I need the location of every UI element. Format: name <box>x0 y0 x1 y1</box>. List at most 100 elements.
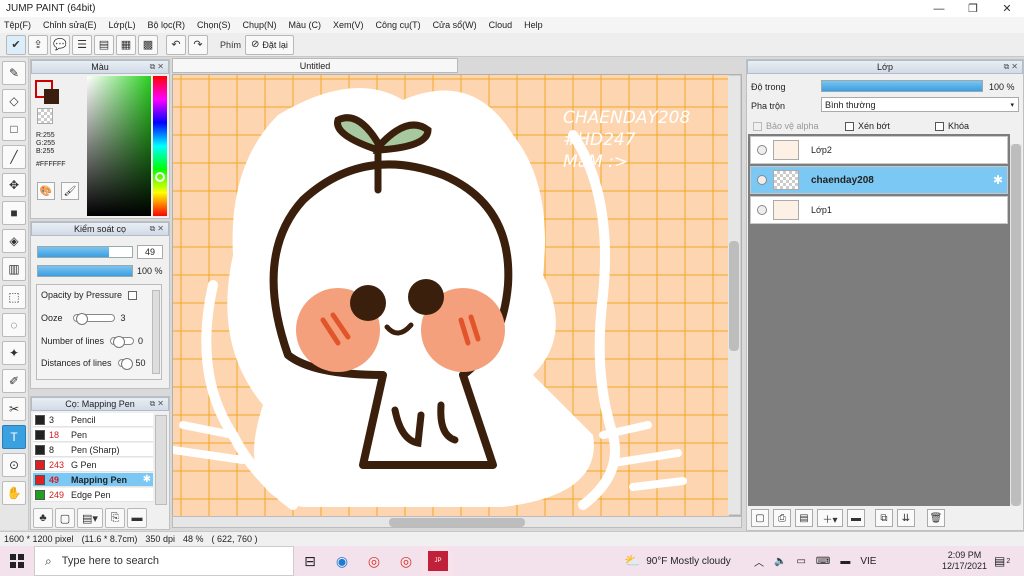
minimize-button[interactable]: — <box>922 0 956 17</box>
layer-row-lop1[interactable]: Lớp1 <box>750 196 1008 224</box>
delete-layer-icon[interactable]: 🗑 <box>927 509 945 527</box>
layer-folder-icon[interactable]: ▬ <box>847 509 865 527</box>
ooze-slider[interactable] <box>72 313 115 325</box>
new-layer-file-icon[interactable]: ▤ <box>795 509 813 527</box>
hue-slider[interactable] <box>153 76 167 216</box>
pen-row[interactable]: 249 Edge Pen <box>33 488 153 502</box>
close-button[interactable]: ✕ <box>990 0 1024 17</box>
lock-option[interactable]: Khóa <box>935 121 969 131</box>
text-tool-icon[interactable]: T <box>2 425 26 449</box>
language-indicator[interactable]: VIE <box>860 556 876 567</box>
panel-controls-icon[interactable]: ⧉✕ <box>1004 62 1020 72</box>
magic-wand-tool-icon[interactable]: ✦ <box>2 341 26 365</box>
new-layer-copy-icon[interactable]: ⎙ <box>773 509 791 527</box>
menu-window[interactable]: Cửa sổ(W) <box>433 20 477 30</box>
layer-scroll-thumb[interactable] <box>1011 144 1021 506</box>
panel-controls-icon[interactable]: ⧉✕ <box>150 224 166 234</box>
chevron-up-icon[interactable]: ︿ <box>754 554 764 569</box>
pen-row[interactable]: 243 G Pen <box>33 458 153 472</box>
brush-size-slider[interactable] <box>37 246 133 258</box>
vertical-scroll-thumb[interactable] <box>729 241 739 351</box>
opacity-by-pressure-row[interactable]: Opacity by Pressure <box>41 290 138 300</box>
pen-row[interactable]: 18 Pen <box>33 428 153 442</box>
fill-rect-tool-icon[interactable]: ■ <box>2 201 26 225</box>
layer-row-chaenday208[interactable]: chaenday208 ✱ <box>750 166 1008 194</box>
clip-option[interactable]: Xén bớt <box>845 121 890 131</box>
eraser-tool-icon[interactable]: ◇ <box>2 89 26 113</box>
line-tool-icon[interactable]: ╱ <box>2 145 26 169</box>
pen-row[interactable]: 49 Mapping Pen ✱ <box>33 473 153 487</box>
menu-tools[interactable]: Công cụ(T) <box>376 20 421 30</box>
eye-icon[interactable] <box>757 205 767 215</box>
network-icon[interactable]: ▭ <box>796 556 805 567</box>
undo-icon[interactable]: ↶ <box>166 34 186 55</box>
menu-color[interactable]: Màu (C) <box>289 20 322 30</box>
layer-list-scrollbar[interactable] <box>1010 144 1022 506</box>
notification-center[interactable]: ▤ 2 <box>994 546 1010 576</box>
restore-button[interactable]: ❐ <box>956 0 990 17</box>
brush-opacity-slider[interactable] <box>37 265 133 277</box>
select-rect-tool-icon[interactable]: ⬚ <box>2 285 26 309</box>
eye-icon[interactable] <box>757 145 767 155</box>
pen-row[interactable]: 8 Pen (Sharp) <box>33 443 153 457</box>
speaker-icon[interactable]: 🔈 <box>774 556 786 567</box>
gradient-tool-icon[interactable]: ▥ <box>2 257 26 281</box>
distances-of-lines-slider[interactable] <box>117 358 133 370</box>
battery-icon[interactable]: ▬ <box>840 556 850 567</box>
palette-edit-icon[interactable]: 🖌 <box>61 182 79 200</box>
taskbar-search-box[interactable]: ⌕ Type here to search <box>34 546 294 576</box>
reset-button[interactable]: ⊘ Đặt lại <box>245 34 294 55</box>
eyedropper-tool-icon[interactable]: ⊙ <box>2 453 26 477</box>
layer-row-lop2[interactable]: Lớp2 <box>750 136 1008 164</box>
panel-controls-icon[interactable]: ⧉✕ <box>150 399 166 409</box>
menu-help[interactable]: Help <box>524 20 543 30</box>
menu-file[interactable]: Tệp(F) <box>4 20 31 30</box>
task-view-icon[interactable]: ⊟ <box>294 546 326 576</box>
bucket-tool-icon[interactable]: ◈ <box>2 229 26 253</box>
ooze-row[interactable]: Ooze 3 <box>41 313 126 325</box>
list-icon[interactable]: ☰ <box>72 34 92 55</box>
lasso-tool-icon[interactable]: ◌ <box>2 313 26 337</box>
grid-icon[interactable]: ▩ <box>138 34 158 55</box>
menu-view[interactable]: Xem(V) <box>333 20 364 30</box>
canvas-horizontal-scrollbar[interactable] <box>172 516 742 528</box>
merge-layer-icon[interactable]: ⇊ <box>897 509 915 527</box>
number-of-lines-slider[interactable] <box>110 336 135 348</box>
horizontal-scroll-thumb[interactable] <box>389 518 525 527</box>
page-icon[interactable]: ▦ <box>116 34 136 55</box>
number-of-lines-row[interactable]: Number of lines 0 <box>41 336 143 348</box>
chrome-profile-icon[interactable]: ◎ <box>390 546 422 576</box>
canvas-artwork[interactable]: CHAENDAY208 #HD247 MàM :> <box>173 75 729 517</box>
jump-paint-app-icon[interactable]: JP <box>422 546 454 576</box>
menu-layer[interactable]: Lớp(L) <box>109 20 136 30</box>
new-brush-icon[interactable]: ▢ <box>55 508 75 528</box>
eye-icon[interactable] <box>757 175 767 185</box>
select-eraser-tool-icon[interactable]: ✂ <box>2 397 26 421</box>
brush-folder-icon[interactable]: ▬ <box>127 508 147 528</box>
saturation-value-picker[interactable] <box>87 76 151 216</box>
brush-tool-icon[interactable]: ✎ <box>2 61 26 85</box>
windows-start-icon[interactable] <box>0 546 34 576</box>
weather-widget[interactable]: ⛅ 90°F Mostly cloudy <box>624 546 731 576</box>
hue-handle[interactable] <box>155 172 165 182</box>
chrome-browser-icon[interactable]: ◎ <box>358 546 390 576</box>
rectangle-tool-icon[interactable]: □ <box>2 117 26 141</box>
document-tab[interactable]: Untitled <box>172 58 458 73</box>
menu-edit[interactable]: Chỉnh sửa(E) <box>43 20 97 30</box>
distances-of-lines-row[interactable]: Distances of lines 50 <box>41 358 146 370</box>
gear-icon[interactable]: ✱ <box>143 474 151 485</box>
new-layer-icon[interactable]: ▢ <box>751 509 769 527</box>
layer-opacity-slider[interactable] <box>821 80 983 92</box>
brush-menu-icon[interactable]: ▤▾ <box>77 508 103 528</box>
opacity-by-pressure-checkbox[interactable] <box>128 290 138 300</box>
menu-capture[interactable]: Chụp(N) <box>243 20 277 30</box>
redo-icon[interactable]: ↷ <box>188 34 208 55</box>
menu-cloud[interactable]: Cloud <box>489 20 513 30</box>
background-color-swatch[interactable] <box>44 89 59 104</box>
brush-size-value[interactable]: 49 <box>137 245 163 259</box>
canvas-vertical-scrollbar[interactable] <box>728 76 740 514</box>
duplicate-layer-icon[interactable]: ⧉ <box>875 509 893 527</box>
export-icon[interactable]: ⇪ <box>28 34 48 55</box>
brush-options-scrollbar[interactable] <box>152 290 160 374</box>
menu-filter[interactable]: Bộ lọc(R) <box>147 20 185 30</box>
